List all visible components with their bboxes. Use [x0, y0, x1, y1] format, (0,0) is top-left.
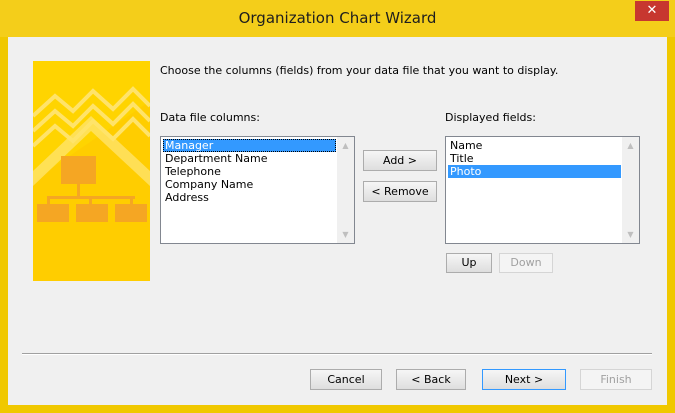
- scroll-up-icon[interactable]: ▲: [337, 137, 354, 154]
- title-bar[interactable]: Organization Chart Wizard ✕: [0, 0, 675, 37]
- next-button[interactable]: Next >: [482, 369, 566, 390]
- up-button[interactable]: Up: [446, 253, 492, 273]
- displayed-fields-list[interactable]: Name Title Photo ▲ ▼: [445, 136, 640, 244]
- list-item[interactable]: Manager: [163, 139, 336, 152]
- footer-divider: [22, 353, 652, 355]
- scroll-up-icon[interactable]: ▲: [622, 137, 639, 154]
- add-button[interactable]: Add >: [363, 150, 437, 171]
- back-button[interactable]: < Back: [396, 369, 466, 390]
- list-item[interactable]: Company Name: [163, 178, 336, 191]
- cancel-button[interactable]: Cancel: [310, 369, 382, 390]
- list-item[interactable]: Address: [163, 191, 336, 204]
- org-chart-illustration: [33, 61, 150, 281]
- displayed-fields-label: Displayed fields:: [445, 111, 536, 124]
- window-title: Organization Chart Wizard: [238, 9, 437, 27]
- scroll-down-icon[interactable]: ▼: [337, 226, 354, 243]
- data-file-columns-list[interactable]: Manager Department Name Telephone Compan…: [160, 136, 355, 244]
- vertical-scrollbar[interactable]: ▲ ▼: [622, 137, 639, 243]
- remove-button[interactable]: < Remove: [363, 181, 437, 202]
- data-file-columns-label: Data file columns:: [160, 111, 260, 124]
- list-item[interactable]: Photo: [448, 165, 621, 178]
- list-item[interactable]: Department Name: [163, 152, 336, 165]
- vertical-scrollbar[interactable]: ▲ ▼: [337, 137, 354, 243]
- list-item[interactable]: Title: [448, 152, 621, 165]
- finish-button[interactable]: Finish: [580, 369, 652, 390]
- list-item[interactable]: Name: [448, 139, 621, 152]
- scroll-down-icon[interactable]: ▼: [622, 226, 639, 243]
- org-chart-banner-image: [33, 61, 150, 281]
- close-button[interactable]: ✕: [635, 1, 669, 21]
- list-item[interactable]: Telephone: [163, 165, 336, 178]
- instruction-text: Choose the columns (fields) from your da…: [160, 64, 559, 77]
- down-button[interactable]: Down: [499, 253, 553, 273]
